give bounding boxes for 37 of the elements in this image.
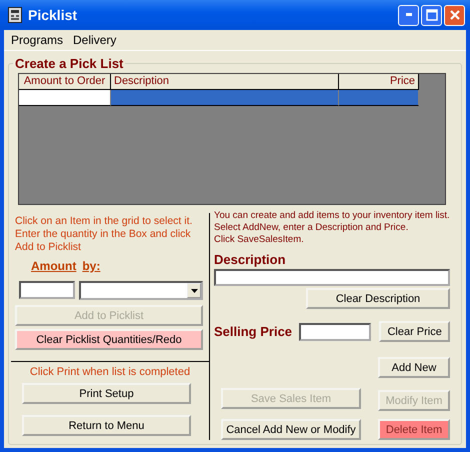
menu-item[interactable]: Delivery [68,33,122,47]
by-label: by: [82,259,100,275]
close-button[interactable] [444,4,465,26]
data-grid[interactable]: Amount to Order Description Price [18,73,446,205]
button[interactable]: Clear Price [379,321,450,342]
maximize-button[interactable] [421,4,442,26]
group-title: Create a Pick List [14,56,124,71]
dropdown-arrow-icon [190,288,198,292]
selling-price-label: Selling Price [214,324,294,339]
close-icon [448,9,460,21]
description-label: Description [214,252,287,267]
amount-field[interactable] [19,281,75,299]
column-header[interactable]: Description [111,74,339,90]
menu-item[interactable]: Programs [6,33,68,47]
minimize-icon [404,13,412,17]
maximize-icon [426,9,438,21]
button[interactable]: Clear Picklist Quantities/Redo [15,329,203,350]
table-cell[interactable] [111,90,339,106]
column-header[interactable]: Price [339,74,419,90]
table-cell[interactable] [339,90,419,106]
print-note: Click Print when list is completed [28,366,192,378]
table-cell[interactable] [19,90,111,106]
instructions: You can create and add items to your inventory item list. Select AddNew, enter a Description and Price. Click SaveSalesItem. [214,210,451,246]
app-icon [8,7,22,23]
minimize-button[interactable] [398,4,419,26]
amount-label: Amount [31,259,76,275]
by-dropdown[interactable] [79,281,203,300]
button[interactable]: Cancel Add New or Modify [221,419,361,440]
button[interactable]: Add New [378,357,450,378]
button[interactable]: Return to Menu [22,415,191,436]
button[interactable]: Print Setup [22,383,191,404]
instructions: Click on an Item in the grid to select it. Enter the quantity in the Box and click Add to Picklist [14,215,194,254]
column-header[interactable]: Amount to Order [19,74,111,90]
window-title: Picklist [28,7,78,23]
price-field[interactable] [299,322,372,340]
button[interactable]: Clear Description [306,288,450,309]
description-field[interactable] [214,269,450,286]
